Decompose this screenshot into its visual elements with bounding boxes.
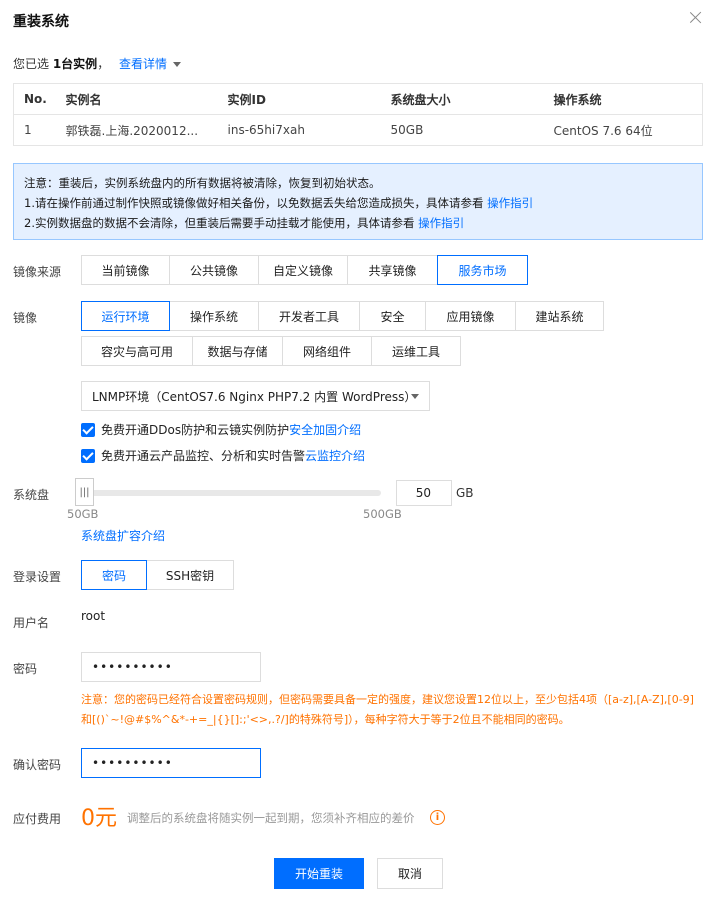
fee-label: 应付费用 [13,812,62,826]
column-header: No. [13,83,56,115]
tab-custom-image[interactable]: 自定义镜像 [258,255,348,285]
close-icon[interactable] [689,10,703,24]
tab-marketplace[interactable]: 服务市场 [437,255,528,285]
category-runtime[interactable]: 运行环境 [81,301,170,331]
chevron-down-icon [411,394,419,399]
monitor-label: 免费开通云产品监控、分析和实时告警 [101,449,306,463]
disk-max-label: 500GB [363,507,402,521]
image-category-row2: 容灾与高可用 数据与存储 网络组件 运维工具 [81,336,461,366]
category-dev-tools[interactable]: 开发者工具 [258,301,360,331]
username-label: 用户名 [13,616,50,630]
selection-suffix: ， [97,57,110,71]
password-label: 密码 [13,662,38,676]
selection-count: 1台实例 [52,57,98,71]
password-input[interactable]: •••••••••• [81,652,261,682]
chevron-down-icon[interactable] [173,62,182,67]
category-disaster-recovery[interactable]: 容灾与高可用 [81,336,193,366]
disk-label: 系统盘 [13,488,50,502]
category-security[interactable]: 安全 [359,301,426,331]
cancel-button[interactable]: 取消 [377,858,443,889]
notice-text: 2.实例数据盘的数据不会清除，但重装后需要手动挂载才能使用，具体请参看 [24,216,419,230]
table-row: 1 郭铁磊.上海.2020012... ins-65hi7xah 50GB Ce… [13,114,703,146]
column-header: 系统盘大小 [380,83,544,115]
disk-unit: GB [456,486,474,500]
selection-prefix: 您已选 [13,57,53,71]
image-label: 镜像 [13,311,38,325]
monitor-checkbox[interactable] [81,448,95,463]
info-icon[interactable]: i [430,810,445,825]
reinstall-notice: 注意：重装后，实例系统盘内的所有数据将被清除，恢复到初始状态。 1.请在操作前通… [13,163,703,240]
guide-link[interactable]: 操作指引 [487,196,533,210]
category-app-image[interactable]: 应用镜像 [425,301,516,331]
image-source-tabs: 当前镜像 公共镜像 自定义镜像 共享镜像 服务市场 [81,255,528,285]
instance-table: No. 实例名 实例ID 系统盘大小 操作系统 1 郭铁磊.上海.2020012… [13,83,703,146]
start-reinstall-button[interactable]: 开始重装 [274,858,364,889]
tab-current-image[interactable]: 当前镜像 [81,255,170,285]
login-label: 登录设置 [13,570,62,584]
category-ops-tools[interactable]: 运维工具 [371,336,461,366]
image-select-value: LNMP环境（CentOS7.6 Nginx PHP7.2 内置 WordPre… [92,389,417,404]
confirm-password-label: 确认密码 [13,758,62,772]
column-header: 实例ID [217,83,381,115]
tab-password[interactable]: 密码 [81,560,147,590]
category-data-storage[interactable]: 数据与存储 [192,336,283,366]
selection-summary: 您已选 1台实例， 查看详情 [13,55,182,72]
disk-slider-handle[interactable]: ||| [75,478,94,506]
confirm-password-input[interactable]: •••••••••• [81,748,261,778]
column-header: 实例名 [55,83,218,115]
ddos-label: 免费开通DDos防护和云镜实例防护 [101,423,290,437]
notice-text: 1.请在操作前通过制作快照或镜像做好相关备份，以免数据丢失给您造成损失，具体请参… [24,196,488,210]
table-cell: ins-65hi7xah [217,114,381,146]
table-cell: 郭铁磊.上海.2020012... [55,114,218,146]
notice-line: 1.请在操作前通过制作快照或镜像做好相关备份，以免数据丢失给您造成损失，具体请参… [24,193,692,213]
login-tabs: 密码 SSH密钥 [81,560,234,590]
fee-amount: 0元 [81,806,117,831]
table-cell: CentOS 7.6 64位 [543,114,703,146]
category-os[interactable]: 操作系统 [169,301,259,331]
disk-slider-track[interactable] [83,490,381,496]
ddos-checkbox[interactable] [81,422,95,437]
dialog-title: 重装系统 [13,14,69,30]
monitor-option: 免费开通云产品监控、分析和实时告警 云监控介绍 [81,447,365,464]
notice-line: 注意：重装后，实例系统盘内的所有数据将被清除，恢复到初始状态。 [24,176,381,190]
security-hardening-link[interactable]: 安全加固介绍 [289,421,361,438]
table-cell: 1 [13,114,56,146]
notice-line: 2.实例数据盘的数据不会清除，但重装后需要手动挂载才能使用，具体请参看 操作指引 [24,213,692,233]
guide-link[interactable]: 操作指引 [418,216,464,230]
column-header: 操作系统 [543,83,703,115]
disk-expand-link[interactable]: 系统盘扩容介绍 [81,527,165,544]
ddos-option: 免费开通DDos防护和云镜实例防护 安全加固介绍 [81,421,361,438]
category-network[interactable]: 网络组件 [282,336,372,366]
tab-shared-image[interactable]: 共享镜像 [347,255,438,285]
image-source-label: 镜像来源 [13,265,62,279]
fee-note: 调整后的系统盘将随实例一起到期，您须补齐相应的差价 [127,811,415,825]
cloud-monitor-link[interactable]: 云监控介绍 [305,447,365,464]
password-warning: 注意：您的密码已经符合设置密码规则，但密码需要具备一定的强度，建议您设置12位以… [81,693,694,726]
disk-min-label: 50GB [67,507,99,521]
table-cell: 50GB [380,114,544,146]
image-select[interactable]: LNMP环境（CentOS7.6 Nginx PHP7.2 内置 WordPre… [81,381,430,411]
disk-size-input[interactable]: 50 [396,480,452,506]
table-header-row: No. 实例名 实例ID 系统盘大小 操作系统 [13,83,703,115]
tab-ssh-key[interactable]: SSH密钥 [146,560,234,590]
category-site-builder[interactable]: 建站系统 [515,301,604,331]
image-category-row1: 运行环境 操作系统 开发者工具 安全 应用镜像 建站系统 [81,301,604,331]
username-value: root [81,609,106,623]
tab-public-image[interactable]: 公共镜像 [169,255,259,285]
view-details-link[interactable]: 查看详情 [119,57,167,71]
